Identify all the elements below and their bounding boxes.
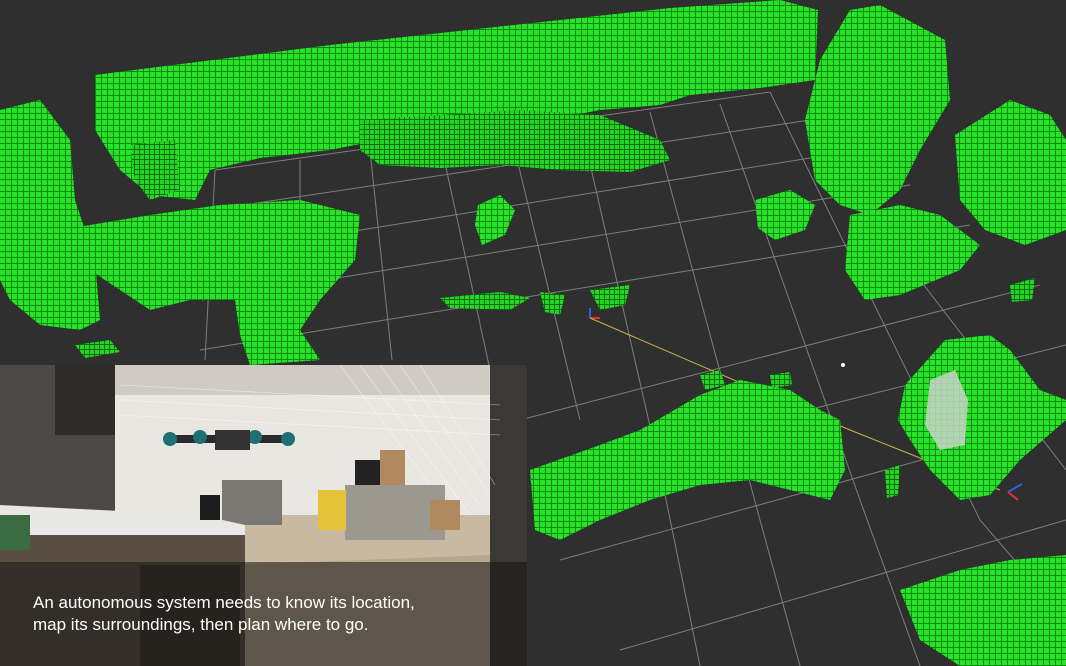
voxel-furniture [530,380,845,540]
caption-text: An autonomous system needs to know its l… [33,592,503,636]
voxel-wall-right [805,5,950,215]
caption-line-1: An autonomous system needs to know its l… [33,593,415,612]
caption-line-2: map its surroundings, then plan where to… [33,615,369,634]
voxel-obstacle-near [898,335,1066,500]
voxel-wall-left [0,100,100,330]
